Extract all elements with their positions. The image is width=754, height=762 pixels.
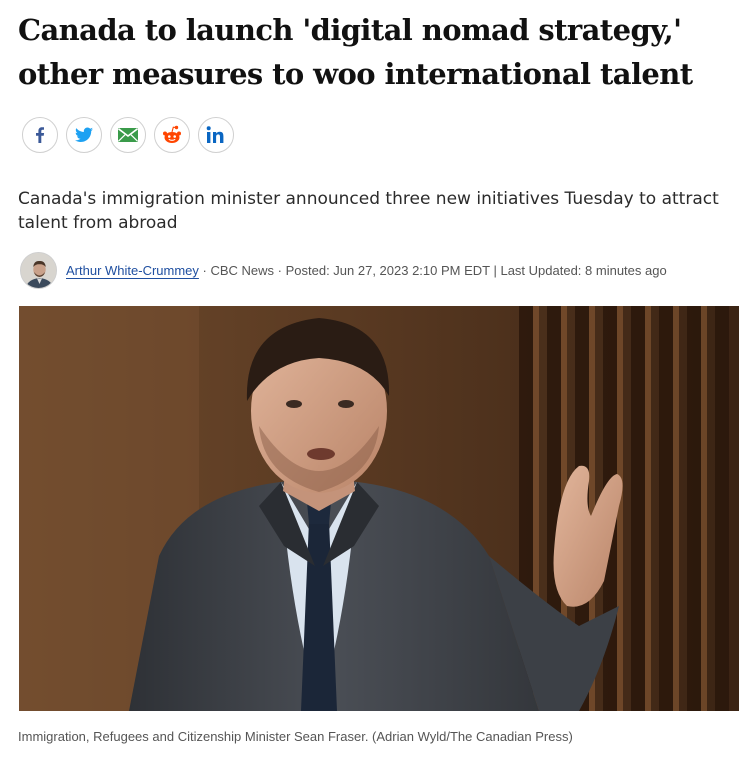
article-summary: Canada's immigration minister announced … [18,189,719,233]
headline: Canada to launch 'digital nomad strategy… [18,13,693,91]
lead-photo [19,306,739,711]
byline: Arthur White-Crummey · CBC News · Posted… [20,251,740,289]
facebook-icon [36,127,45,143]
author-link[interactable]: Arthur White-Crummey [66,263,199,278]
reddit-icon [163,125,181,143]
author-photo [21,252,56,288]
author-avatar[interactable] [20,251,57,289]
twitter-icon [75,127,93,142]
lead-image [19,306,739,711]
linkedin-icon [206,126,224,143]
email-share-button[interactable] [110,117,146,153]
email-icon [118,128,138,142]
image-caption: Immigration, Refugees and Citizenship Mi… [18,729,573,744]
linkedin-share-button[interactable] [198,117,234,153]
twitter-share-button[interactable] [66,117,102,153]
share-bar [22,117,234,153]
byline-meta: · CBC News · Posted: Jun 27, 2023 2:10 P… [198,262,667,278]
reddit-share-button[interactable] [154,117,190,153]
facebook-share-button[interactable] [22,117,58,153]
article: Canada to launch 'digital nomad strategy… [0,0,754,762]
